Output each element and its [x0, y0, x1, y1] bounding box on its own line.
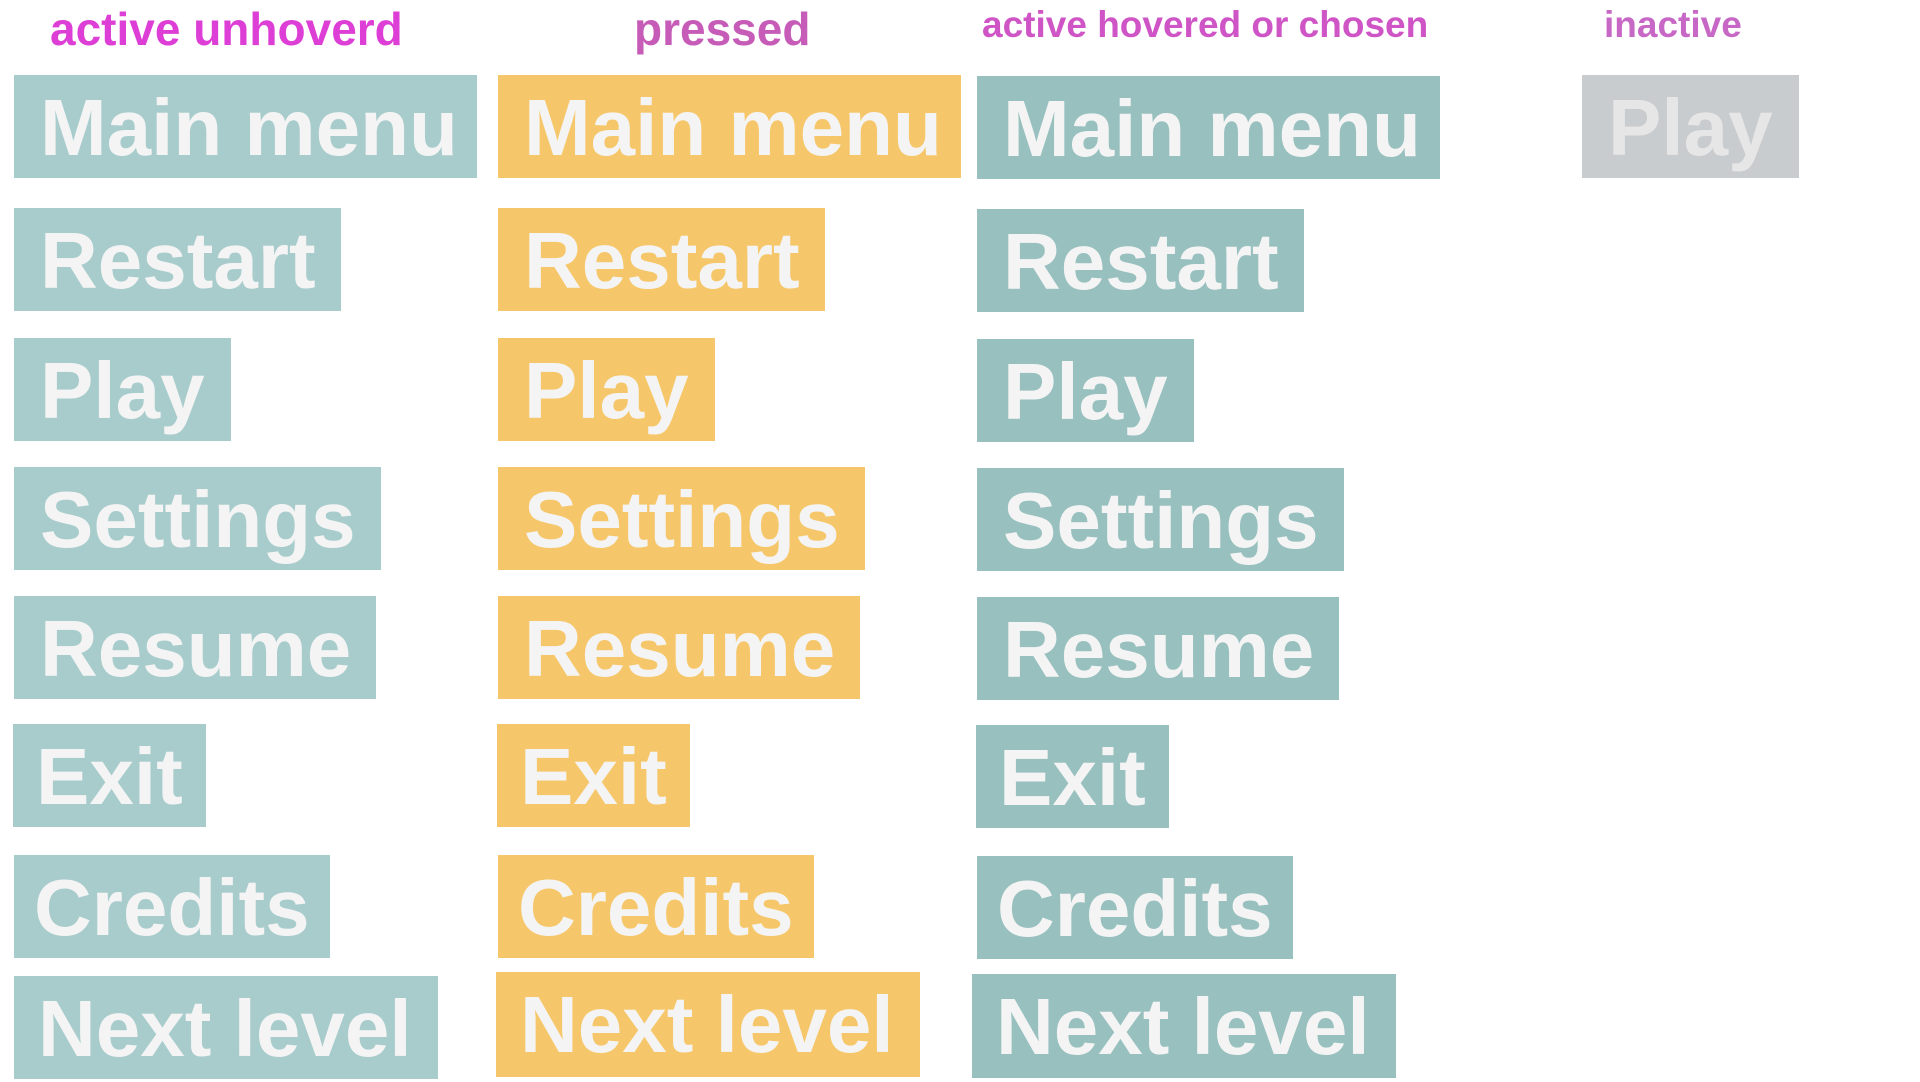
credits-button-unhovered[interactable]: Credits: [14, 855, 330, 958]
settings-button-unhovered[interactable]: Settings: [14, 467, 381, 570]
next-level-button-unhovered[interactable]: Next level: [14, 976, 438, 1079]
play-button-hovered[interactable]: Play: [977, 339, 1194, 442]
header-active-unhovered: active unhoverd: [50, 3, 403, 55]
restart-button-unhovered[interactable]: Restart: [14, 208, 341, 311]
header-inactive: inactive: [1604, 4, 1742, 45]
main-menu-button-hovered[interactable]: Main menu: [977, 76, 1440, 179]
next-level-button-pressed[interactable]: Next level: [496, 972, 920, 1077]
next-level-button-hovered[interactable]: Next level: [972, 974, 1396, 1078]
main-menu-button-unhovered[interactable]: Main menu: [14, 75, 477, 178]
play-button-unhovered[interactable]: Play: [14, 338, 231, 441]
resume-button-hovered[interactable]: Resume: [977, 597, 1339, 700]
credits-button-pressed[interactable]: Credits: [498, 855, 814, 958]
exit-button-hovered[interactable]: Exit: [976, 725, 1169, 828]
header-pressed: pressed: [634, 3, 811, 55]
exit-button-pressed[interactable]: Exit: [497, 724, 690, 827]
play-button-pressed[interactable]: Play: [498, 338, 715, 441]
header-active-hovered-or-chosen: active hovered or chosen: [982, 4, 1429, 45]
play-button-inactive: Play: [1582, 75, 1799, 178]
exit-button-unhovered[interactable]: Exit: [13, 724, 206, 827]
resume-button-pressed[interactable]: Resume: [498, 596, 860, 699]
settings-button-hovered[interactable]: Settings: [977, 468, 1344, 571]
credits-button-hovered[interactable]: Credits: [977, 856, 1293, 959]
resume-button-unhovered[interactable]: Resume: [14, 596, 376, 699]
restart-button-pressed[interactable]: Restart: [498, 208, 825, 311]
main-menu-button-pressed[interactable]: Main menu: [498, 75, 961, 178]
restart-button-hovered[interactable]: Restart: [977, 209, 1304, 312]
settings-button-pressed[interactable]: Settings: [498, 467, 865, 570]
